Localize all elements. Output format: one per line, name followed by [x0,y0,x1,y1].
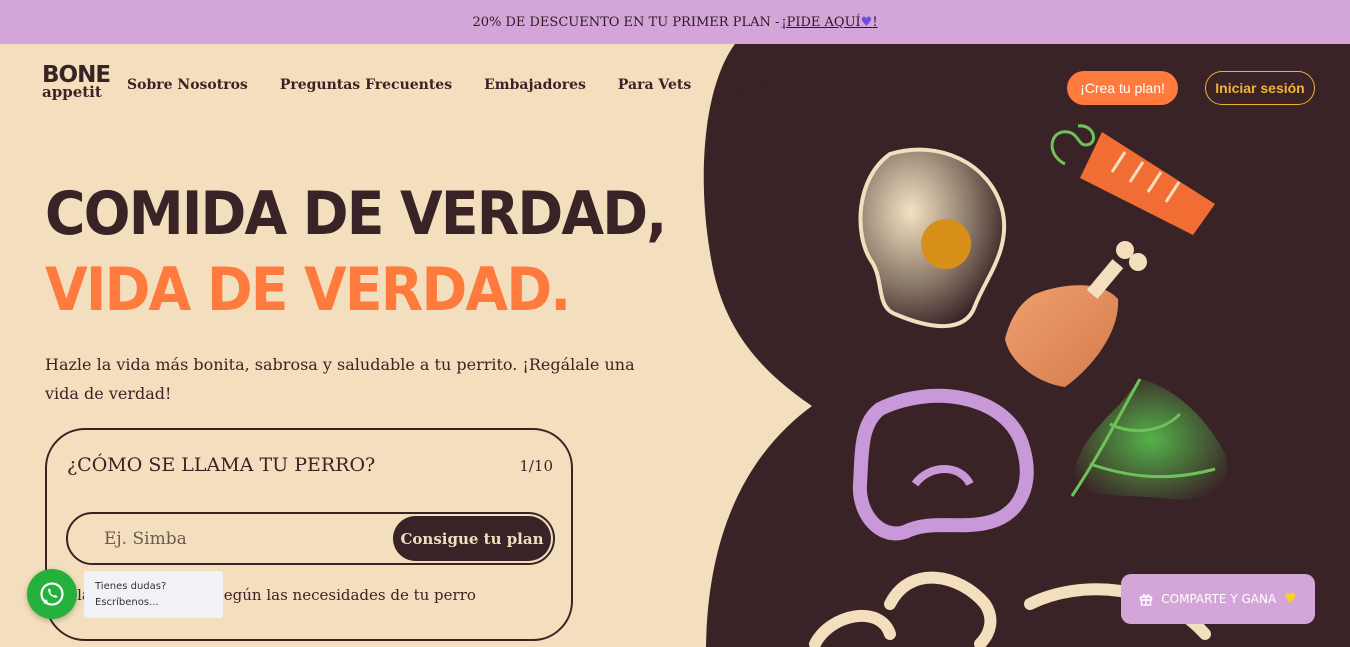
promo-link-end: ! [872,14,878,30]
create-plan-button[interactable]: ¡Crea tu plan! [1067,71,1178,105]
nav-item-embajadores[interactable]: Embajadores [484,77,586,93]
promo-text: 20% DE DESCUENTO EN TU PRIMER PLAN - [472,14,780,30]
nav-item-comprar[interactable]: Comprar [723,77,792,93]
whatsapp-button[interactable] [27,569,77,619]
main-nav: Sobre Nosotros Preguntas Frecuentes Emba… [127,77,792,93]
share-label: COMPARTE Y GANA [1161,592,1277,606]
promo-link-text: ¡PIDE AQUÍ [781,14,861,30]
share-and-earn-button[interactable]: COMPARTE Y GANA ♥ [1121,574,1315,624]
heart-icon: ♥ [860,14,873,30]
form-question: ¿CÓMO SE LLAMA TU PERRO? [67,454,376,476]
gift-icon [1140,594,1153,606]
get-plan-button[interactable]: Consigue tu plan [393,516,551,561]
nav-item-sobre-nosotros[interactable]: Sobre Nosotros [127,77,248,93]
headline-line-2: VIDA DE VERDAD. [45,255,571,325]
hero-section: BONE appetit Sobre Nosotros Preguntas Fr… [0,44,1350,647]
whatsapp-icon [40,582,64,606]
whatsapp-line-2: Escríbenos... [95,597,159,608]
form-step-counter: 1/10 [519,457,553,475]
nav-item-para-vets[interactable]: Para Vets [618,77,691,93]
dog-name-input[interactable] [104,525,384,553]
yellow-heart-icon: ♥ [1284,591,1297,607]
whatsapp-tooltip[interactable]: Tienes dudas? Escríbenos... [84,571,223,618]
promo-bar: 20% DE DESCUENTO EN TU PRIMER PLAN - ¡PI… [0,0,1350,44]
input-wrapper: Consigue tu plan [66,512,555,565]
brand-logo[interactable]: BONE appetit [42,64,111,101]
hero-headline: COMIDA DE VERDAD, VIDA DE VERDAD. [45,176,667,328]
nav-item-preguntas-frecuentes[interactable]: Preguntas Frecuentes [280,77,452,93]
promo-link[interactable]: ¡PIDE AQUÍ♥! [781,15,877,30]
headline-line-1: COMIDA DE VERDAD, [45,179,667,249]
logo-text-3: appetit [42,83,102,101]
login-button[interactable]: Iniciar sesión [1205,71,1315,105]
whatsapp-line-1: Tienes dudas? [95,581,167,592]
hero-subtitle: Hazle la vida más bonita, sabrosa y salu… [45,355,635,403]
